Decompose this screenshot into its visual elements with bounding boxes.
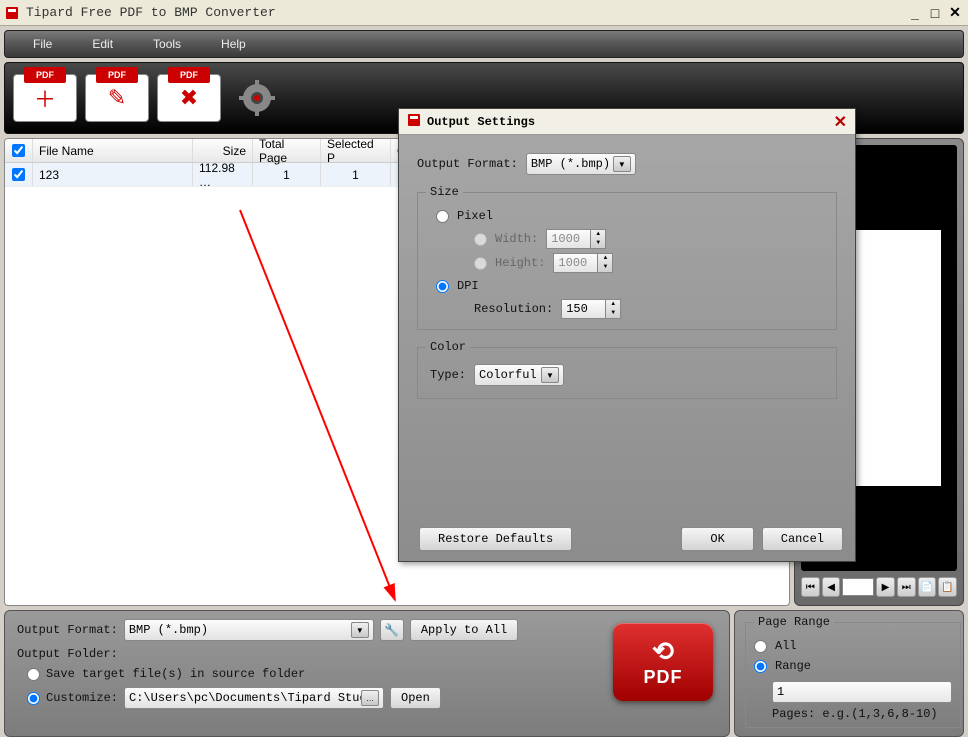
nav-next-button[interactable]: ▶ — [876, 577, 895, 597]
plus-icon: ＋ — [34, 82, 56, 114]
app-icon — [4, 5, 20, 21]
close-button[interactable]: ✕ — [946, 4, 964, 22]
dialog-title: Output Settings — [427, 115, 834, 129]
save-source-radio[interactable] — [27, 668, 40, 681]
output-settings-button[interactable]: 🔧 — [380, 619, 404, 641]
color-fieldset: Color Type: Colorful ▼ — [417, 340, 837, 399]
wrench-icon: 🔧 — [384, 623, 399, 637]
open-folder-button[interactable]: Open — [390, 687, 441, 709]
preview-nav: ⏮ ◀ ▶ ⏭ 📄 📋 — [801, 575, 957, 599]
height-label: Height: — [495, 256, 545, 270]
chevron-down-icon: ▼ — [351, 622, 369, 638]
cell-filename: 123 — [33, 163, 193, 186]
row-checkbox[interactable] — [12, 168, 25, 181]
color-type-select[interactable]: Colorful ▼ — [474, 364, 564, 386]
menu-help[interactable]: Help — [201, 33, 266, 55]
nav-page-input[interactable] — [842, 578, 874, 596]
range-all-radio[interactable] — [754, 640, 767, 653]
color-legend: Color — [426, 340, 470, 354]
gear-icon — [237, 78, 277, 118]
convert-button[interactable]: ⟲ PDF — [613, 623, 713, 701]
output-folder-label: Output Folder: — [17, 647, 118, 661]
page-range-panel: Page Range All Range Pages: e.g.(1,3,6,8… — [734, 610, 964, 737]
add-pdf-button[interactable]: PDF ＋ — [13, 74, 77, 122]
menubar: File Edit Tools Help — [4, 30, 964, 58]
dpi-radio[interactable] — [436, 280, 449, 293]
resolution-label: Resolution: — [474, 302, 553, 316]
header-selected-pages[interactable]: Selected P — [321, 139, 391, 162]
save-source-label: Save target file(s) in source folder — [46, 667, 305, 681]
width-spinner: ▲▼ — [546, 229, 606, 249]
cell-size: 112.98 … — [193, 163, 253, 186]
spin-down-icon[interactable]: ▼ — [606, 309, 620, 318]
spin-up-icon[interactable]: ▲ — [606, 300, 620, 309]
nav-last-button[interactable]: ⏭ — [897, 577, 916, 597]
nav-first-button[interactable]: ⏮ — [801, 577, 820, 597]
range-all-label: All — [775, 639, 797, 653]
chevron-down-icon: ▼ — [613, 156, 631, 172]
ok-button[interactable]: OK — [681, 527, 753, 551]
range-range-radio[interactable] — [754, 660, 767, 673]
height-radio — [474, 257, 487, 270]
pixel-label: Pixel — [457, 209, 493, 223]
ellipsis-icon: … — [361, 690, 379, 706]
dialog-icon — [407, 113, 421, 130]
remove-pdf-button[interactable]: PDF ✖ — [157, 74, 221, 122]
nav-doc1-button[interactable]: 📄 — [918, 577, 937, 597]
dlg-format-label: Output Format: — [417, 157, 518, 171]
page-range-legend: Page Range — [754, 615, 834, 629]
header-total-pages[interactable]: Total Page — [253, 139, 321, 162]
settings-button[interactable] — [233, 74, 281, 122]
nav-doc2-button[interactable]: 📋 — [938, 577, 957, 597]
chevron-down-icon: ▼ — [541, 367, 559, 383]
nav-prev-button[interactable]: ◀ — [822, 577, 841, 597]
dpi-label: DPI — [457, 279, 479, 293]
output-settings-dialog: Output Settings ✕ Output Format: BMP (*.… — [398, 108, 856, 562]
width-label: Width: — [495, 232, 538, 246]
size-legend: Size — [426, 185, 463, 199]
window-title: Tipard Free PDF to BMP Converter — [26, 5, 904, 20]
titlebar: Tipard Free PDF to BMP Converter _ □ ✕ — [0, 0, 968, 26]
output-format-select[interactable]: BMP (*.bmp) ▼ — [124, 619, 374, 641]
cell-selected: 1 — [321, 163, 391, 186]
convert-arrows-icon: ⟲ — [652, 636, 674, 667]
pixel-radio[interactable] — [436, 210, 449, 223]
cell-pages: 1 — [253, 163, 321, 186]
output-format-label: Output Format: — [17, 623, 118, 637]
customize-label: Customize: — [46, 691, 118, 705]
height-spinner: ▲▼ — [553, 253, 613, 273]
minimize-button[interactable]: _ — [906, 4, 924, 22]
menu-tools[interactable]: Tools — [133, 33, 201, 55]
edit-pdf-button[interactable]: PDF ✎ — [85, 74, 149, 122]
pdf-tag-icon: PDF — [24, 67, 66, 83]
customize-path-field[interactable]: C:\Users\pc\Documents\Tipard Studio\Tipa… — [124, 687, 384, 709]
header-filename[interactable]: File Name — [33, 139, 193, 162]
convert-text: PDF — [644, 667, 683, 688]
cancel-button[interactable]: Cancel — [762, 527, 843, 551]
apply-to-all-button[interactable]: Apply to All — [410, 619, 518, 641]
range-hint: Pages: e.g.(1,3,6,8-10) — [772, 707, 952, 721]
header-checkbox[interactable] — [5, 139, 33, 162]
dialog-titlebar: Output Settings ✕ — [399, 109, 855, 135]
output-panel: Output Format: BMP (*.bmp) ▼ 🔧 Apply to … — [4, 610, 730, 737]
pdf-tag-icon: PDF — [168, 67, 210, 83]
pencil-icon: ✎ — [108, 85, 126, 111]
resolution-spinner[interactable]: ▲▼ — [561, 299, 621, 319]
restore-defaults-button[interactable]: Restore Defaults — [419, 527, 572, 551]
range-range-label: Range — [775, 659, 811, 673]
maximize-button[interactable]: □ — [926, 4, 944, 22]
menu-edit[interactable]: Edit — [72, 33, 133, 55]
width-radio — [474, 233, 487, 246]
dialog-close-button[interactable]: ✕ — [834, 112, 847, 132]
range-input[interactable] — [772, 681, 952, 703]
header-size[interactable]: Size — [193, 139, 253, 162]
size-fieldset: Size Pixel Width: ▲▼ Height: ▲▼ — [417, 185, 837, 330]
dlg-format-select[interactable]: BMP (*.bmp) ▼ — [526, 153, 636, 175]
menu-file[interactable]: File — [13, 33, 72, 55]
pdf-tag-icon: PDF — [96, 67, 138, 83]
customize-radio[interactable] — [27, 692, 40, 705]
remove-icon: ✖ — [180, 85, 198, 111]
type-label: Type: — [430, 368, 466, 382]
